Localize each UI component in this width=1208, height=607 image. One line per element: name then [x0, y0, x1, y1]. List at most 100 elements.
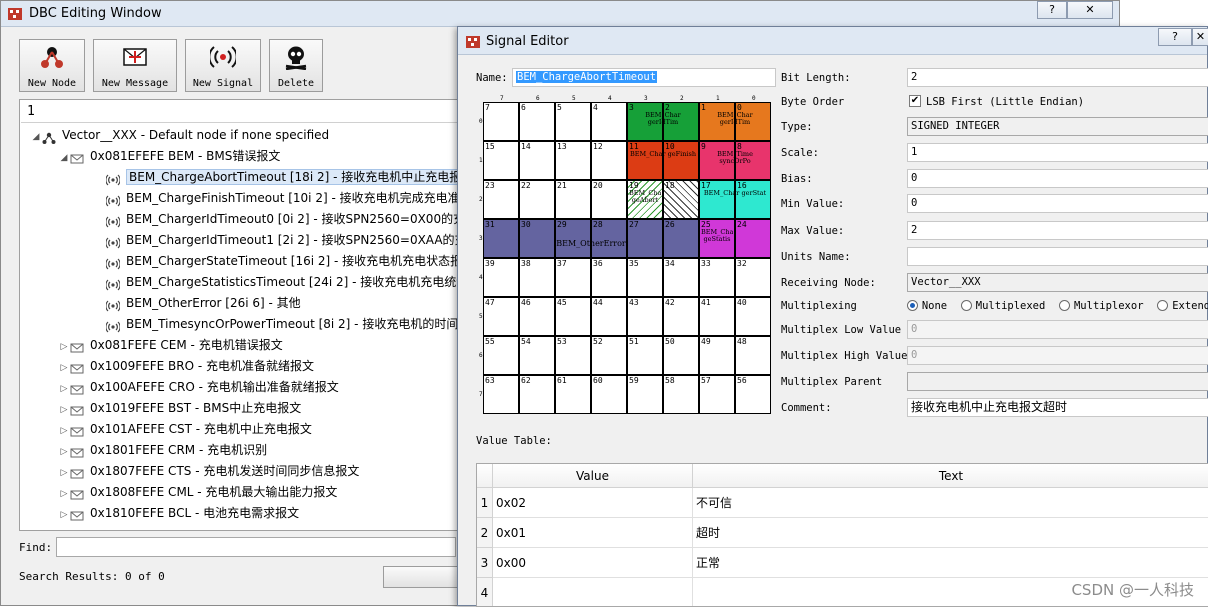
collapsed-arrow-icon[interactable]: ▷ — [58, 463, 70, 483]
bit-cell[interactable]: 47 — [483, 297, 519, 336]
bit-cell[interactable]: 14 — [519, 141, 555, 180]
tree-message-item[interactable]: ▷ 0x1019FEFE BST - BMS中止充电报文 — [58, 398, 301, 418]
value-table-cell-text[interactable]: 不可信 — [693, 488, 1208, 518]
bit-cell[interactable]: 7 — [483, 102, 519, 141]
bit-cell[interactable]: 21 — [555, 180, 591, 219]
collapsed-arrow-icon[interactable]: ▷ — [58, 379, 70, 399]
multiplex-low-input[interactable]: 0 — [907, 320, 1208, 339]
tree-signal-item[interactable]: BEM_ChargerStateTimeout [16i 2] - 接收充电机充… — [94, 251, 462, 271]
bit-cell[interactable]: 34 — [663, 258, 699, 297]
bit-cell[interactable]: 16 — [735, 180, 771, 219]
tree-signal-item[interactable]: BEM_ChargeStatisticsTimeout [24i 2] - 接收… — [94, 272, 468, 292]
collapsed-arrow-icon[interactable]: ▷ — [58, 358, 70, 378]
bit-cell[interactable]: 13 — [555, 141, 591, 180]
bit-layout-grid[interactable]: 7 6 5 4 3 2 1 0 0 1 2 3 4 5 6 7 7 6 5 4 3 2 1 0 15 14 13 12 11 10 9 8 23… — [479, 95, 771, 415]
collapsed-arrow-icon[interactable]: ▷ — [58, 400, 70, 420]
signal-editor-close-button[interactable]: ✕ — [1192, 28, 1208, 46]
tree-message-item[interactable]: ▷ 0x1808FEFE CML - 充电机最大输出能力报文 — [58, 482, 337, 502]
tree-signal-item[interactable]: BEM_ChargerIdTimeout0 [0i 2] - 接收SPN2560… — [94, 209, 465, 229]
bit-cell[interactable]: 60 — [591, 375, 627, 414]
tree-signal-item[interactable]: BEM_ChargeFinishTimeout [10i 2] - 接收充电机完… — [94, 188, 460, 208]
new-signal-button[interactable]: New Signal — [185, 39, 261, 92]
expanded-arrow-icon[interactable]: ◢ — [30, 127, 42, 147]
tree-message-item[interactable]: ▷ 0x1801FEFE CRM - 充电机识别 — [58, 440, 267, 460]
bit-cell[interactable]: 41 — [699, 297, 735, 336]
bit-cell[interactable]: 32 — [735, 258, 771, 297]
signal-editor-help-button[interactable]: ? — [1158, 28, 1192, 46]
bit-cell[interactable]: 40 — [735, 297, 771, 336]
value-table-row-number[interactable]: 1 — [477, 488, 493, 518]
bit-cell[interactable]: 44 — [591, 297, 627, 336]
collapsed-arrow-icon[interactable]: ▷ — [58, 442, 70, 462]
tree-message-item[interactable]: ▷ 0x101AFEFE CST - 充电机中止充电报文 — [58, 419, 312, 439]
bit-cell[interactable]: 54 — [519, 336, 555, 375]
bit-cell[interactable]: 49 — [699, 336, 735, 375]
bit-cell[interactable]: 6 — [519, 102, 555, 141]
value-table-row-number[interactable]: 4 — [477, 578, 493, 606]
type-select[interactable]: SIGNED INTEGER — [907, 117, 1208, 136]
collapsed-arrow-icon[interactable]: ▷ — [58, 337, 70, 357]
bit-cell[interactable]: 4 — [591, 102, 627, 141]
value-table-header-value[interactable]: Value — [493, 464, 693, 488]
bit-cell[interactable]: 46 — [519, 297, 555, 336]
value-table-cell-value[interactable]: 0x02 — [493, 488, 693, 518]
tree-node-vector-xxx[interactable]: ◢ Vector__XXX - Default node if none spec… — [30, 125, 329, 145]
collapsed-arrow-icon[interactable]: ▷ — [58, 421, 70, 441]
new-node-button[interactable]: New Node — [19, 39, 85, 92]
value-table-row-number[interactable]: 3 — [477, 548, 493, 578]
value-table-cell-value[interactable]: 0x00 — [493, 548, 693, 578]
tree-signal-item[interactable]: BEM_TimesyncOrPowerTimeout [8i 2] - 接收充电… — [94, 314, 470, 334]
main-help-button[interactable]: ? — [1037, 1, 1067, 19]
tree-signal-item[interactable]: BEM_ChargerIdTimeout1 [2i 2] - 接收SPN2560… — [94, 230, 467, 250]
bit-cell[interactable]: 35 — [627, 258, 663, 297]
bit-cell[interactable]: 24 — [735, 219, 771, 258]
value-table-row-number[interactable]: 2 — [477, 518, 493, 548]
comment-input[interactable]: 接收充电机中止充电报文超时 — [907, 398, 1208, 417]
bit-cell[interactable]: 50 — [663, 336, 699, 375]
min-value-input[interactable]: 0 — [907, 194, 1208, 213]
collapsed-arrow-icon[interactable]: ▷ — [58, 505, 70, 525]
bit-cell[interactable]: 11 — [627, 141, 663, 180]
tree-message-item[interactable]: ▷ 0x081FEFE CEM - 充电机错误报文 — [58, 335, 283, 355]
bit-cell[interactable]: 62 — [519, 375, 555, 414]
value-table-cell-text[interactable]: 正常 — [693, 548, 1208, 578]
tree-message-bem[interactable]: ◢ 0x081EFEFE BEM - BMS错误报文 — [58, 146, 280, 166]
bit-cell[interactable]: 37 — [555, 258, 591, 297]
tree-signal-item[interactable]: BEM_ChargeAbortTimeout [18i 2] - 接收充电机中止… — [94, 167, 465, 187]
multiplexing-none-radio[interactable] — [907, 300, 918, 311]
bit-cell[interactable]: 18 — [663, 180, 699, 219]
expanded-arrow-icon[interactable]: ◢ — [58, 148, 70, 168]
bias-input[interactable]: 0 — [907, 169, 1208, 188]
multiplexing-extended-radio[interactable] — [1157, 300, 1169, 311]
bit-cell[interactable]: 56 — [735, 375, 771, 414]
bit-cell[interactable]: 5 — [555, 102, 591, 141]
bit-cell[interactable]: 43 — [627, 297, 663, 336]
bit-cell[interactable]: 45 — [555, 297, 591, 336]
tree-signal-item[interactable]: BEM_OtherError [26i 6] - 其他 — [94, 293, 301, 313]
search-button[interactable] — [383, 566, 463, 588]
bit-cell[interactable]: 52 — [591, 336, 627, 375]
find-input[interactable] — [56, 537, 456, 557]
bit-cell[interactable]: 39 — [483, 258, 519, 297]
bit-cell[interactable]: 61 — [555, 375, 591, 414]
bit-cell[interactable]: 55 — [483, 336, 519, 375]
bit-cell[interactable]: 57 — [699, 375, 735, 414]
bit-cell[interactable]: 20 — [591, 180, 627, 219]
multiplexing-multiplexed-radio[interactable] — [960, 300, 972, 311]
bit-cell[interactable]: 22 — [519, 180, 555, 219]
value-table-cell-value[interactable] — [493, 578, 693, 606]
receiving-node-select[interactable]: Vector__XXX — [907, 273, 1208, 292]
bit-cell[interactable]: 42 — [663, 297, 699, 336]
collapsed-arrow-icon[interactable]: ▷ — [58, 484, 70, 504]
bit-cell[interactable]: 51 — [627, 336, 663, 375]
bit-cell[interactable]: 48 — [735, 336, 771, 375]
bit-cell[interactable]: 23 — [483, 180, 519, 219]
value-table-cell-text[interactable]: 超时 — [693, 518, 1208, 548]
scale-input[interactable]: 1 — [907, 143, 1208, 162]
bit-cell[interactable]: 63 — [483, 375, 519, 414]
byte-order-checkbox[interactable]: ✔ — [909, 95, 921, 107]
bit-cell[interactable]: 17 — [699, 180, 735, 219]
multiplex-high-input[interactable]: 0 — [907, 346, 1208, 365]
bit-cell[interactable]: 33 — [699, 258, 735, 297]
value-table-cell-value[interactable]: 0x01 — [493, 518, 693, 548]
